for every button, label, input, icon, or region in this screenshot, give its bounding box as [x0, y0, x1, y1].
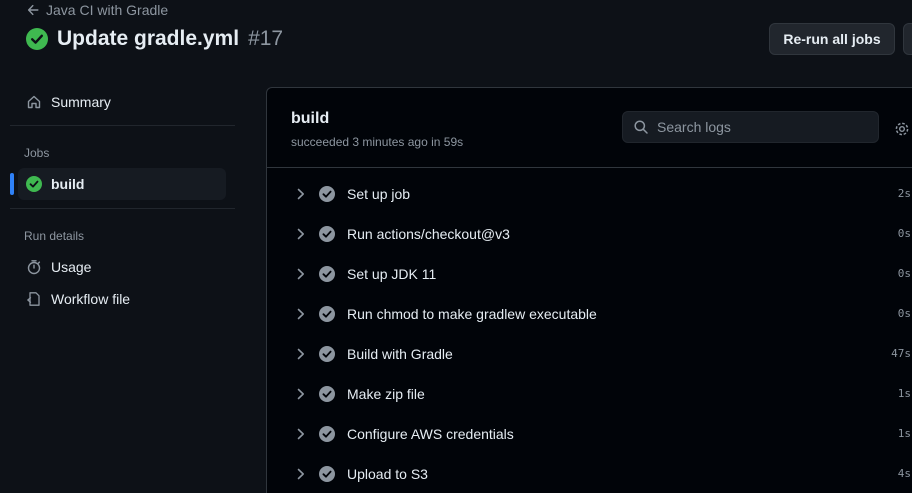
rerun-all-jobs-button[interactable]: Re-run all jobs: [769, 23, 895, 55]
sidebar-divider: [10, 208, 235, 209]
run-title: Update gradle.yml #17: [26, 27, 283, 51]
step-success-icon: [319, 226, 335, 242]
page-title: Update gradle.yml: [57, 27, 240, 50]
step-row[interactable]: Make zip file 1s: [267, 374, 912, 414]
jobs-heading: Jobs: [24, 146, 50, 160]
step-label: Run actions/checkout@v3: [347, 226, 510, 242]
steps-list: Set up job 2s Run actions/checkout@v3 0s…: [267, 168, 912, 493]
step-success-icon: [319, 306, 335, 322]
step-success-icon: [319, 186, 335, 202]
chevron-right-icon: [297, 348, 304, 360]
step-row[interactable]: Set up JDK 11 0s: [267, 254, 912, 294]
job-name: build: [291, 110, 330, 127]
step-label: Configure AWS credentials: [347, 426, 514, 442]
sidebar-item-summary[interactable]: Summary: [10, 86, 236, 118]
more-actions-button[interactable]: [903, 23, 912, 55]
step-row[interactable]: Build with Gradle 47s: [267, 334, 912, 374]
workflow-run-page: Java CI with Gradle Update gradle.yml #1…: [0, 0, 912, 493]
step-label: Make zip file: [347, 386, 425, 402]
arrow-left-icon: [27, 4, 39, 16]
sidebar-item-label: Workflow file: [51, 291, 131, 307]
sidebar-item-workflow-file[interactable]: Workflow file: [10, 283, 236, 315]
step-label: Run chmod to make gradlew executable: [347, 306, 597, 322]
step-success-icon: [319, 386, 335, 402]
sidebar-item-usage[interactable]: Usage: [10, 251, 236, 283]
sidebar: Summary Jobs build Run details Usage Wor…: [10, 86, 236, 315]
job-log-panel: build succeeded 3 minutes ago in 59s Set…: [266, 87, 912, 493]
home-icon: [27, 95, 41, 109]
chevron-right-icon: [297, 268, 304, 280]
step-duration: 0s: [897, 267, 911, 280]
step-success-icon: [319, 426, 335, 442]
run-number: #17: [248, 27, 284, 50]
step-success-icon: [319, 346, 335, 362]
sidebar-divider: [10, 125, 235, 126]
job-status-text: succeeded 3 minutes ago in 59s: [291, 135, 464, 149]
step-row[interactable]: Upload to S3 4s: [267, 454, 912, 493]
back-to-workflow-link[interactable]: Java CI with Gradle: [26, 2, 168, 18]
step-success-icon: [319, 466, 335, 482]
sidebar-item-label: build: [51, 176, 85, 192]
chevron-right-icon: [297, 228, 304, 240]
chevron-right-icon: [297, 188, 304, 200]
step-row[interactable]: Run actions/checkout@v3 0s: [267, 214, 912, 254]
chevron-right-icon: [297, 468, 304, 480]
step-row[interactable]: Set up job 2s: [267, 174, 912, 214]
step-duration: 4s: [897, 467, 911, 480]
chevron-right-icon: [297, 308, 304, 320]
step-label: Set up JDK 11: [347, 266, 437, 282]
step-label: Build with Gradle: [347, 346, 453, 362]
step-label: Upload to S3: [347, 466, 428, 482]
search-icon: [634, 120, 648, 134]
step-row[interactable]: Run chmod to make gradlew executable 0s: [267, 294, 912, 334]
back-link-label: Java CI with Gradle: [46, 2, 169, 18]
gear-icon[interactable]: [893, 120, 911, 138]
step-duration: 0s: [897, 227, 911, 240]
search-logs-box[interactable]: [622, 111, 879, 143]
step-duration: 0s: [897, 307, 911, 320]
search-logs-input[interactable]: [657, 119, 867, 135]
sidebar-item-build-job[interactable]: build: [10, 168, 226, 200]
chevron-right-icon: [297, 388, 304, 400]
workflow-file-icon: [27, 292, 40, 306]
sidebar-item-label: Usage: [51, 259, 92, 275]
job-header: build succeeded 3 minutes ago in 59s: [267, 88, 912, 168]
stopwatch-icon: [27, 260, 41, 275]
step-duration: 1s: [897, 387, 911, 400]
step-label: Set up job: [347, 186, 411, 202]
step-duration: 2s: [897, 187, 911, 200]
step-success-icon: [319, 266, 335, 282]
step-duration: 1s: [897, 427, 911, 440]
success-check-icon: [26, 28, 48, 50]
sidebar-item-label: Summary: [51, 94, 111, 110]
run-details-heading: Run details: [24, 229, 85, 243]
step-duration: 47s: [891, 347, 911, 360]
chevron-right-icon: [297, 428, 304, 440]
step-row[interactable]: Configure AWS credentials 1s: [267, 414, 912, 454]
success-check-icon: [26, 176, 42, 192]
